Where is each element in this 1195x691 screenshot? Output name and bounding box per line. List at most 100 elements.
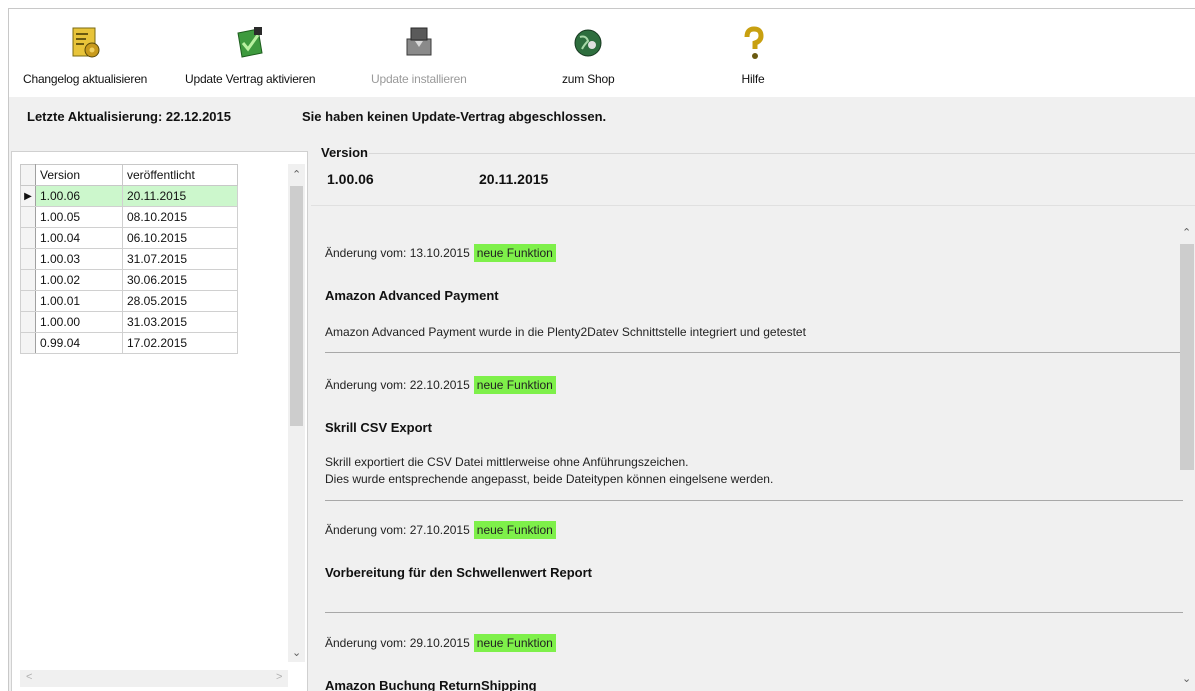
row-header (20, 248, 36, 270)
scroll-up-icon[interactable]: ⌃ (1182, 226, 1191, 239)
version-cell: 1.00.01 (35, 290, 123, 312)
table-row[interactable]: 0.99.04 17.02.2015 (20, 332, 238, 354)
toolbar: Changelog aktualisieren Update Vertrag a… (9, 9, 1195, 97)
version-group-label: Version (321, 145, 368, 160)
changelog-vertical-scrollbar[interactable]: ⌃ ⌄ (1177, 220, 1195, 690)
row-header (20, 290, 36, 312)
change-date: Änderung vom: 13.10.2015 (325, 246, 470, 260)
install-update-button[interactable]: Update installieren (371, 23, 467, 86)
version-table: Version veröffentlicht ▶ 1.00.06 20.11.2… (20, 164, 238, 354)
globe-icon (568, 23, 608, 63)
table-row[interactable]: 1.00.04 06.10.2015 (20, 227, 238, 249)
entry-separator (325, 500, 1183, 501)
change-date-line: Änderung vom: 27.10.2015 neue Funktion (325, 521, 1170, 539)
row-pointer-icon: ▶ (20, 185, 36, 207)
entry-title: Amazon Buchung ReturnShipping (325, 678, 537, 691)
new-feature-badge: neue Funktion (473, 376, 556, 394)
changelog-gear-icon (65, 23, 105, 63)
install-update-label: Update installieren (371, 72, 467, 86)
last-update-text: Letzte Aktualisierung: 22.12.2015 (27, 109, 231, 124)
date-cell: 30.06.2015 (122, 269, 238, 291)
changelog-update-label: Changelog aktualisieren (23, 72, 148, 86)
to-shop-label: zum Shop (562, 72, 615, 86)
row-header (20, 269, 36, 291)
new-feature-badge: neue Funktion (473, 244, 556, 262)
entry-description: Skrill exportiert die CSV Datei mittlerw… (325, 455, 689, 469)
help-label: Hilfe (741, 72, 765, 86)
entry-description-line2: Dies wurde entsprechende angepasst, beid… (325, 472, 774, 486)
table-row[interactable]: ▶ 1.00.06 20.11.2015 (20, 185, 238, 207)
groupbox-border (369, 153, 1195, 154)
changelog-entry: Änderung vom: 13.10.2015 neue Funktion Am… (325, 244, 1170, 339)
change-date-line: Änderung vom: 22.10.2015 neue Funktion (325, 376, 1170, 394)
entry-description: Amazon Advanced Payment wurde in die Ple… (325, 325, 806, 339)
table-row[interactable]: 1.00.00 31.03.2015 (20, 311, 238, 333)
date-cell: 17.02.2015 (122, 332, 238, 354)
scrollbar-thumb[interactable] (290, 186, 303, 426)
column-header-published[interactable]: veröffentlicht (122, 164, 238, 186)
row-header (20, 332, 36, 354)
version-cell: 1.00.04 (35, 227, 123, 249)
version-cell: 1.00.00 (35, 311, 123, 333)
version-cell: 1.00.02 (35, 269, 123, 291)
changelog-entry: Änderung vom: 27.10.2015 neue Funktion Vo… (325, 521, 1170, 580)
version-list-vertical-scrollbar[interactable]: ⌃ ⌄ (288, 164, 305, 662)
entry-title: Vorbereitung für den Schwellenwert Repor… (325, 565, 593, 580)
table-row[interactable]: 1.00.05 08.10.2015 (20, 206, 238, 228)
entry-separator (325, 352, 1183, 353)
scroll-right-icon[interactable]: > (276, 671, 282, 683)
changelog-update-button[interactable]: Changelog aktualisieren (23, 23, 147, 86)
version-cell: 1.00.05 (35, 206, 123, 228)
table-row[interactable]: 1.00.03 31.07.2015 (20, 248, 238, 270)
change-date-line: Änderung vom: 29.10.2015 neue Funktion (325, 634, 1170, 652)
entry-title: Amazon Advanced Payment (325, 288, 499, 303)
date-cell: 28.05.2015 (122, 290, 238, 312)
date-cell: 31.03.2015 (122, 311, 238, 333)
change-date: Änderung vom: 22.10.2015 (325, 378, 470, 392)
column-header-version[interactable]: Version (35, 164, 123, 186)
install-box-icon (399, 23, 439, 63)
change-date: Änderung vom: 27.10.2015 (325, 523, 470, 537)
table-row[interactable]: 1.00.02 30.06.2015 (20, 269, 238, 291)
help-question-icon (733, 23, 773, 63)
version-list-horizontal-scrollbar[interactable]: < > (20, 670, 288, 687)
activate-contract-label: Update Vertrag aktivieren (185, 72, 316, 86)
contract-check-icon (230, 23, 270, 63)
scroll-down-icon[interactable]: ⌄ (292, 646, 301, 659)
version-list-panel: Version veröffentlicht ▶ 1.00.06 20.11.2… (11, 151, 308, 691)
row-header (20, 206, 36, 228)
help-button[interactable]: Hilfe (733, 23, 773, 86)
row-header (20, 227, 36, 249)
scroll-left-icon[interactable]: < (26, 671, 32, 683)
to-shop-button[interactable]: zum Shop (562, 23, 615, 86)
status-bar: Letzte Aktualisierung: 22.12.2015 Sie ha… (9, 99, 1195, 133)
date-cell: 06.10.2015 (122, 227, 238, 249)
version-cell: 1.00.03 (35, 248, 123, 270)
table-row[interactable]: 1.00.01 28.05.2015 (20, 290, 238, 312)
selected-version-date: 20.11.2015 (479, 171, 549, 187)
new-feature-badge: neue Funktion (473, 521, 556, 539)
change-date: Änderung vom: 29.10.2015 (325, 636, 470, 650)
date-cell: 31.07.2015 (122, 248, 238, 270)
activate-contract-button[interactable]: Update Vertrag aktivieren (185, 23, 316, 86)
version-cell: 1.00.06 (35, 185, 123, 207)
scrollbar-thumb[interactable] (1180, 244, 1194, 470)
changelog-entry: Änderung vom: 22.10.2015 neue Funktion Sk… (325, 376, 1170, 486)
new-feature-badge: neue Funktion (473, 634, 556, 652)
version-cell: 0.99.04 (35, 332, 123, 354)
changelog-entry: Änderung vom: 29.10.2015 neue Funktion Am… (325, 634, 1170, 691)
contract-notice-text: Sie haben keinen Update-Vertrag abgeschl… (302, 109, 607, 124)
date-cell: 08.10.2015 (122, 206, 238, 228)
scroll-up-icon[interactable]: ⌃ (292, 168, 301, 181)
selected-version-number: 1.00.06 (327, 171, 374, 187)
row-header-corner (20, 164, 36, 186)
entry-title: Skrill CSV Export (325, 420, 432, 435)
change-date-line: Änderung vom: 13.10.2015 neue Funktion (325, 244, 1170, 262)
changelog-window: Changelog aktualisieren Update Vertrag a… (8, 8, 1195, 691)
scroll-down-icon[interactable]: ⌄ (1182, 672, 1191, 685)
changelog-content: Änderung vom: 13.10.2015 neue Funktion Am… (311, 205, 1195, 691)
entry-separator (325, 612, 1183, 613)
date-cell: 20.11.2015 (122, 185, 238, 207)
version-groupbox: Version 1.00.06 20.11.2015 (319, 141, 1195, 201)
row-header (20, 311, 36, 333)
